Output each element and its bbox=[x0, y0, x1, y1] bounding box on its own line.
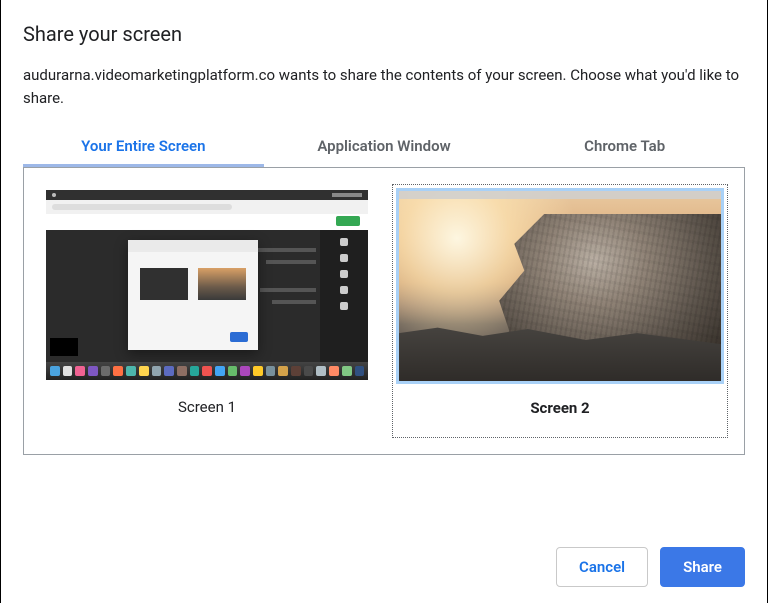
dock-app-icon bbox=[152, 366, 162, 376]
dialog-title: Share your screen bbox=[23, 22, 745, 46]
dock-app-icon bbox=[278, 366, 288, 376]
screen-2-label: Screen 2 bbox=[530, 399, 589, 417]
tab-application-window[interactable]: Application Window bbox=[264, 127, 505, 167]
tab-chrome-tab[interactable]: Chrome Tab bbox=[504, 127, 745, 167]
dock-app-icon bbox=[63, 366, 73, 376]
dialog-description: audurarna.videomarketingplatform.co want… bbox=[23, 64, 745, 109]
tab-entire-screen[interactable]: Your Entire Screen bbox=[23, 127, 264, 167]
dock-app-icon bbox=[240, 366, 250, 376]
cancel-button[interactable]: Cancel bbox=[556, 547, 648, 587]
dock-app-icon bbox=[75, 366, 85, 376]
dock-app-icon bbox=[304, 366, 314, 376]
dock-app-icon bbox=[164, 366, 174, 376]
dock-app-icon bbox=[88, 366, 98, 376]
dock-app-icon bbox=[202, 366, 212, 376]
dock-app-icon bbox=[50, 366, 60, 376]
dock-app-icon bbox=[266, 366, 276, 376]
screen-options-panel: Screen 1 Screen 2 bbox=[23, 167, 745, 455]
source-tabs: Your Entire Screen Application Window Ch… bbox=[23, 127, 745, 167]
dock-app-icon bbox=[177, 366, 187, 376]
dialog-footer: Cancel Share bbox=[556, 547, 745, 587]
dock-app-icon bbox=[190, 366, 200, 376]
dock-app-icon bbox=[253, 366, 263, 376]
screen-option-1[interactable]: Screen 1 bbox=[40, 184, 374, 438]
dock-app-icon bbox=[291, 366, 301, 376]
dock-app-icon bbox=[316, 366, 326, 376]
dock-app-icon bbox=[126, 366, 136, 376]
screen-1-label: Screen 1 bbox=[178, 398, 236, 416]
dock-app-icon bbox=[113, 366, 123, 376]
screen-2-thumbnail bbox=[399, 191, 721, 381]
dock-app-icon bbox=[329, 366, 339, 376]
dock-app-icon bbox=[355, 366, 365, 376]
dock-app-icon bbox=[139, 366, 149, 376]
dock-app-icon bbox=[228, 366, 238, 376]
dock-app-icon bbox=[101, 366, 111, 376]
dock-app-icon bbox=[342, 366, 352, 376]
screen-option-2[interactable]: Screen 2 bbox=[392, 184, 728, 438]
share-screen-dialog: Share your screen audurarna.videomarketi… bbox=[0, 0, 768, 603]
screen-1-thumbnail bbox=[46, 190, 368, 380]
share-button[interactable]: Share bbox=[660, 547, 745, 587]
dock-app-icon bbox=[215, 366, 225, 376]
